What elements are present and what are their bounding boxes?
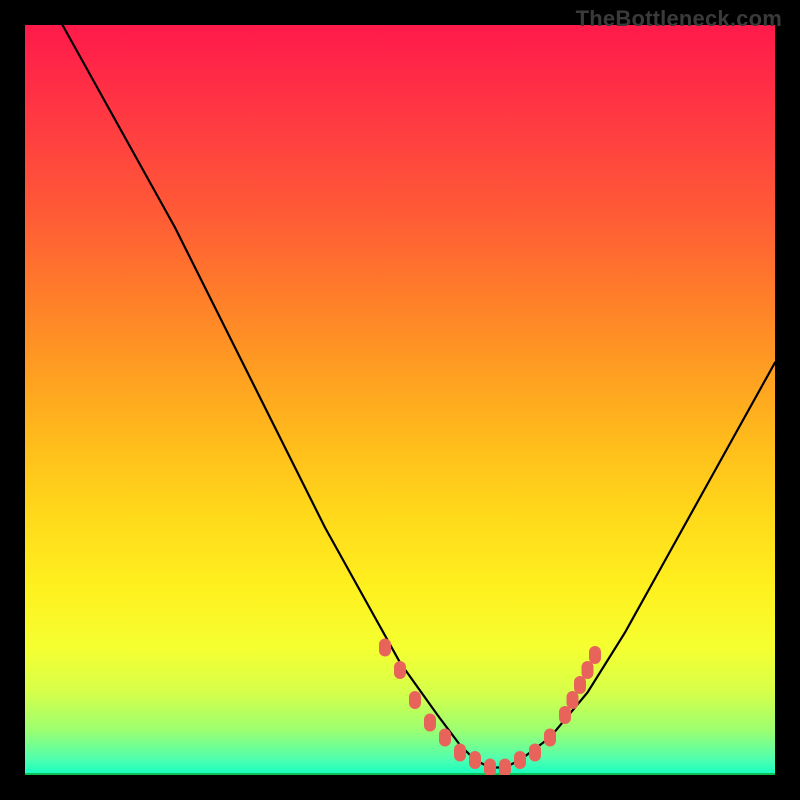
curve-marker	[409, 691, 421, 709]
curve-marker	[589, 646, 601, 664]
curve-marker	[544, 729, 556, 747]
curve-marker	[379, 639, 391, 657]
curve-marker	[424, 714, 436, 732]
curve-svg	[25, 25, 775, 775]
curve-marker	[469, 751, 481, 769]
bottleneck-curve	[63, 25, 776, 768]
watermark-text: TheBottleneck.com	[576, 6, 782, 32]
curve-marker	[529, 744, 541, 762]
curve-marker	[574, 676, 586, 694]
curve-marker	[484, 759, 496, 776]
marker-group	[379, 639, 601, 776]
curve-marker	[454, 744, 466, 762]
curve-marker	[439, 729, 451, 747]
curve-marker	[394, 661, 406, 679]
curve-marker	[559, 706, 571, 724]
curve-marker	[567, 691, 579, 709]
curve-marker	[582, 661, 594, 679]
plot-area	[25, 25, 775, 775]
chart-frame: TheBottleneck.com	[0, 0, 800, 800]
curve-marker	[499, 759, 511, 776]
curve-marker	[514, 751, 526, 769]
